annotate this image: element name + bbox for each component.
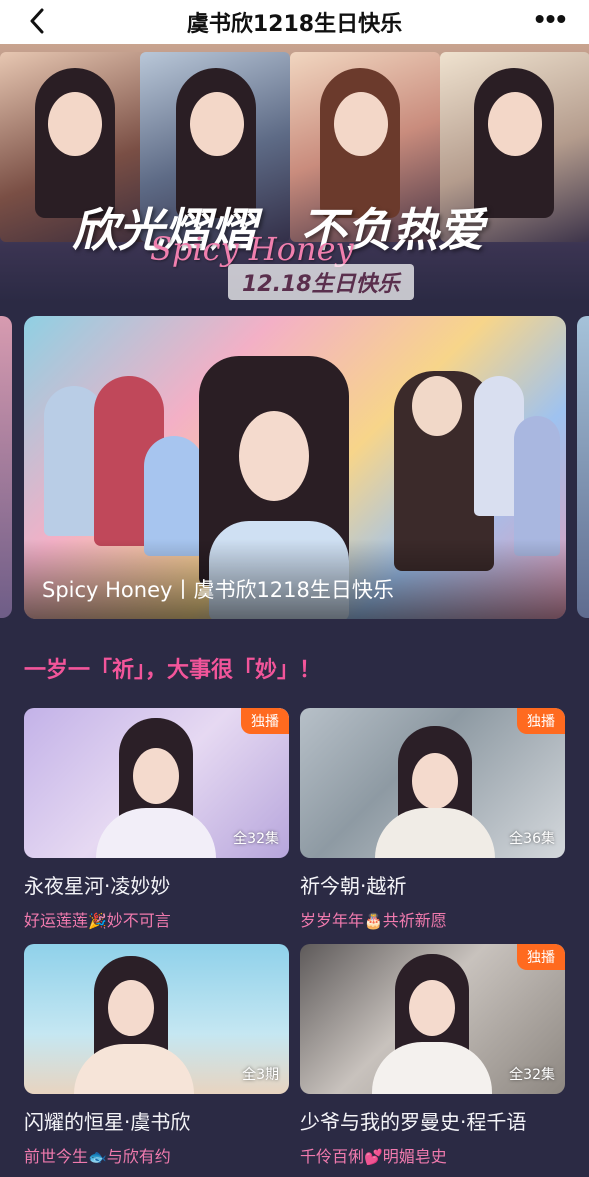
- figure-shape: [144, 436, 204, 556]
- tagline-part-2: 明媚皂史: [382, 1147, 447, 1166]
- show-card[interactable]: 独播 全32集 永夜星河·凌妙妙 好运莲莲🎉妙不可言: [24, 708, 289, 931]
- show-thumbnail[interactable]: 独播 全32集: [24, 708, 289, 858]
- show-title[interactable]: 闪耀的恒星·虞书欣: [24, 1106, 289, 1135]
- episode-count: 全32集: [509, 1067, 555, 1083]
- carousel-next-slide[interactable]: [577, 316, 589, 618]
- exclusive-badge: 独播: [517, 944, 565, 970]
- hero-text-group: 欣光熠熠 不负热爱 Spicy Honey 12.18生日快乐: [0, 194, 589, 300]
- back-button[interactable]: [22, 4, 52, 38]
- face-shape: [48, 92, 102, 156]
- tagline-part-2: 妙不可言: [106, 911, 171, 930]
- face-shape: [133, 748, 179, 804]
- chevron-left-icon: [30, 8, 44, 34]
- tagline-part-1: 千伶百俐: [300, 1147, 365, 1166]
- more-dots-icon: •••: [534, 3, 568, 34]
- feature-caption: Spicy Honey丨虞书欣1218生日快乐: [42, 578, 394, 602]
- figure-shape: [514, 416, 560, 556]
- face-shape: [334, 92, 388, 156]
- carousel-prev-slide[interactable]: [0, 316, 12, 618]
- body-shape: [375, 808, 495, 858]
- hearts-icon: 💕: [364, 1148, 383, 1166]
- show-card[interactable]: 独播 全36集 祈今朝·越祈 岁岁年年🎂共祈新愿: [300, 708, 565, 931]
- tagline-part-2: 与欣有约: [106, 1147, 171, 1166]
- show-tagline: 好运莲莲🎉妙不可言: [24, 907, 289, 931]
- face-shape: [190, 92, 244, 156]
- more-button[interactable]: •••: [531, 2, 571, 36]
- tagline-part-1: 好运莲莲: [24, 911, 89, 930]
- show-title[interactable]: 永夜星河·凌妙妙: [24, 870, 289, 899]
- episode-count: 全3期: [242, 1067, 279, 1083]
- show-tagline: 岁岁年年🎂共祈新愿: [300, 907, 565, 931]
- exclusive-badge: 独播: [241, 708, 289, 734]
- show-thumbnail[interactable]: 独播 全32集: [300, 944, 565, 1094]
- show-title[interactable]: 祈今朝·越祈: [300, 870, 565, 899]
- feature-slide[interactable]: Spicy Honey丨虞书欣1218生日快乐: [24, 316, 566, 619]
- tagline-part-1: 岁岁年年: [300, 911, 365, 930]
- section-title: 一岁一「祈」，大事很「妙」！: [24, 658, 322, 683]
- episode-count: 全36集: [509, 831, 555, 847]
- birthday-cake-icon: 🎂: [364, 912, 383, 930]
- figure-face-shape: [412, 376, 462, 436]
- face-shape: [108, 980, 154, 1036]
- show-tagline: 千伶百俐💕明媚皂史: [300, 1143, 565, 1167]
- top-nav-bar: 虞书欣1218生日快乐 •••: [0, 0, 589, 44]
- face-shape: [409, 980, 455, 1036]
- show-title[interactable]: 少爷与我的罗曼史·程千语: [300, 1106, 565, 1135]
- figure-face-shape: [239, 411, 309, 501]
- hero-banner[interactable]: 欣光熠熠 不负热爱 Spicy Honey 12.18生日快乐: [0, 44, 589, 302]
- show-thumbnail[interactable]: 全3期: [24, 944, 289, 1094]
- hero-subtitle-en: Spicy Honey: [150, 230, 354, 268]
- show-thumbnail[interactable]: 独播 全36集: [300, 708, 565, 858]
- body-shape: [96, 808, 216, 858]
- show-card[interactable]: 全3期 闪耀的恒星·虞书欣 前世今生🐟与欣有约: [24, 944, 289, 1167]
- hero-date-label: 12.18生日快乐: [228, 264, 414, 300]
- exclusive-badge: 独播: [517, 708, 565, 734]
- fish-icon: 🐟: [88, 1148, 107, 1166]
- show-tagline: 前世今生🐟与欣有约: [24, 1143, 289, 1167]
- tagline-part-1: 前世今生: [24, 1147, 89, 1166]
- face-shape: [488, 92, 542, 156]
- tagline-part-2: 共祈新愿: [382, 911, 447, 930]
- face-shape: [412, 753, 458, 809]
- show-card[interactable]: 独播 全32集 少爷与我的罗曼史·程千语 千伶百俐💕明媚皂史: [300, 944, 565, 1167]
- page-title: 虞书欣1218生日快乐: [186, 12, 403, 37]
- body-shape: [372, 1042, 492, 1094]
- episode-count: 全32集: [233, 831, 279, 847]
- body-shape: [74, 1044, 194, 1094]
- party-popper-icon: 🎉: [88, 912, 107, 930]
